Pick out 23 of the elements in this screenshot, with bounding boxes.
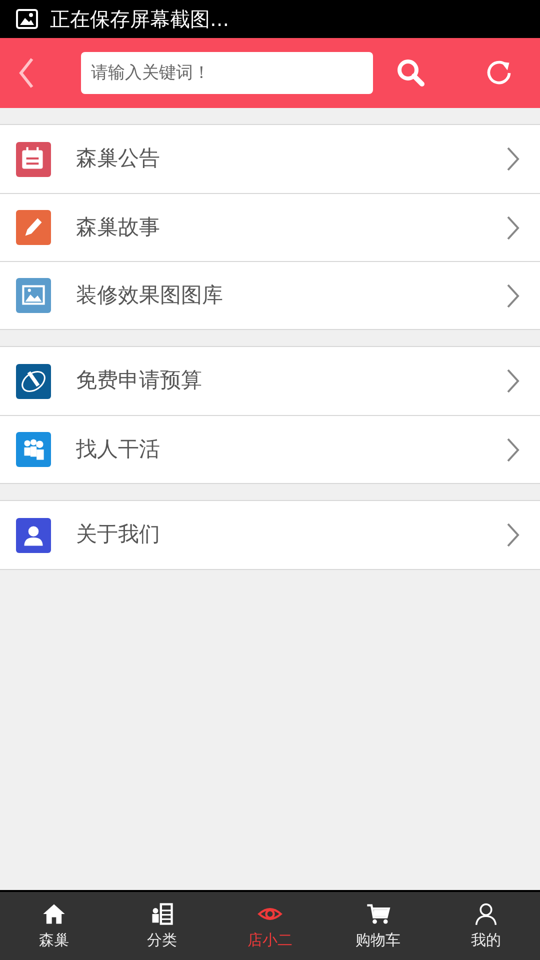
chevron-right-icon xyxy=(506,146,520,172)
refresh-icon xyxy=(485,59,513,87)
search-icon xyxy=(396,58,426,88)
tab-item[interactable]: 分类 xyxy=(108,892,216,960)
search-field[interactable]: 请输入关键词！ xyxy=(81,52,373,94)
notification-text: 正在保存屏幕截图... xyxy=(50,6,230,33)
menu-item-label: 免费申请预算 xyxy=(76,367,203,394)
chevron-right-icon xyxy=(506,214,520,240)
chevron-right-icon xyxy=(506,282,520,308)
menu-item-label: 装修效果图图库 xyxy=(76,282,224,309)
tab-item[interactable]: 购物车 xyxy=(324,892,432,960)
tab-item[interactable]: 森巢 xyxy=(0,892,108,960)
chevron-right-icon xyxy=(506,522,520,548)
back-icon xyxy=(18,57,34,89)
chevron-right-icon xyxy=(506,436,520,462)
menu-item-label: 找人干活 xyxy=(76,436,161,463)
tab-item[interactable]: 我的 xyxy=(432,892,540,960)
tab-icon xyxy=(473,900,499,927)
menu-item-label: 森巢公告 xyxy=(76,145,161,172)
menu-item-label: 森巢故事 xyxy=(76,214,161,241)
chevron-right-icon xyxy=(506,368,520,394)
image-icon xyxy=(16,9,38,29)
menu-item-label: 关于我们 xyxy=(76,521,161,548)
